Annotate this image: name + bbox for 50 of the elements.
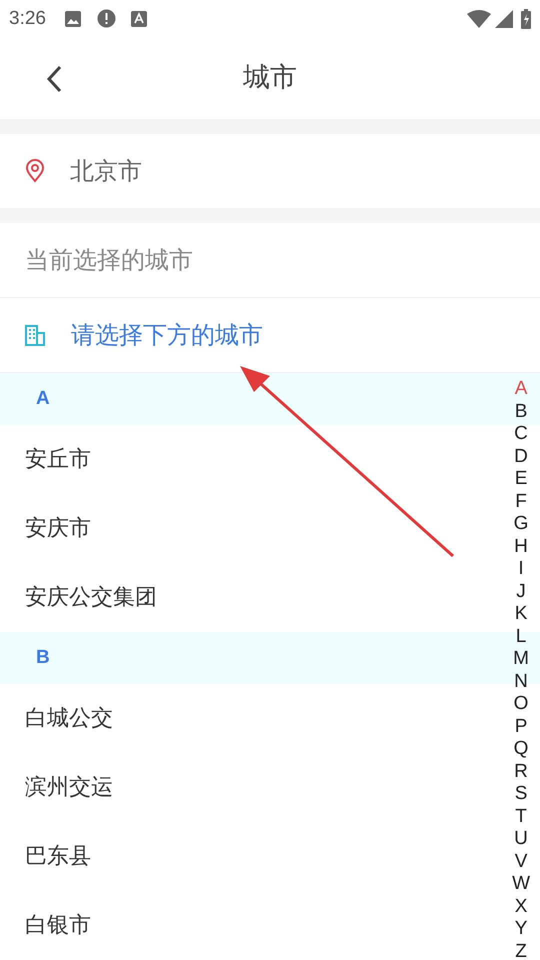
building-icon	[24, 322, 46, 347]
image-icon	[64, 10, 82, 28]
index-letter[interactable]: C	[514, 423, 528, 446]
location-city: 北京市	[70, 156, 142, 187]
index-letter[interactable]: D	[514, 446, 528, 468]
index-letter[interactable]: S	[514, 783, 528, 806]
city-item[interactable]: 安庆市	[0, 494, 490, 564]
text-icon	[130, 10, 147, 28]
index-letter[interactable]: E	[514, 468, 528, 490]
select-city-prompt: 请选择下方的城市	[71, 320, 263, 351]
index-letter[interactable]: R	[514, 760, 528, 783]
city-item[interactable]: 巴东县	[0, 822, 490, 892]
index-letter[interactable]: L	[516, 626, 526, 648]
signal-icon	[495, 10, 513, 28]
section-letter: A	[36, 386, 50, 411]
index-letter[interactable]: I	[518, 558, 524, 580]
section-letter: B	[36, 646, 50, 670]
index-letter[interactable]: Q	[514, 738, 528, 760]
index-letter[interactable]: F	[515, 490, 527, 513]
wifi-icon	[467, 10, 491, 28]
index-letter[interactable]: V	[514, 850, 528, 873]
index-letter[interactable]: H	[514, 536, 528, 558]
alert-icon	[96, 9, 116, 28]
index-letter[interactable]: B	[514, 400, 528, 423]
city-item[interactable]: 白银市	[0, 891, 490, 960]
city-item[interactable]: 白城公交	[0, 684, 490, 754]
location-row[interactable]: 北京市	[0, 134, 540, 208]
index-letter[interactable]: T	[515, 806, 527, 828]
location-pin-icon	[24, 158, 46, 183]
index-letter[interactable]: Y	[514, 918, 528, 940]
back-icon	[46, 64, 62, 93]
index-letter[interactable]: W	[512, 873, 530, 896]
battery-icon	[521, 8, 531, 29]
index-letter[interactable]: J	[516, 580, 526, 603]
index-letter[interactable]: P	[514, 716, 528, 738]
index-letter[interactable]: M	[513, 648, 529, 670]
index-letter[interactable]: X	[514, 896, 528, 918]
status-time: 3:26	[9, 6, 46, 31]
index-letter[interactable]: A	[514, 378, 528, 400]
index-letter[interactable]: U	[514, 828, 528, 850]
index-letter[interactable]: N	[514, 670, 528, 693]
index-letter[interactable]: Z	[515, 940, 527, 960]
city-item[interactable]: 安庆公交集团	[0, 563, 490, 632]
city-item[interactable]: 安丘市	[0, 425, 490, 494]
current-city-label: 当前选择的城市	[25, 244, 193, 276]
page-title: 城市	[243, 60, 297, 95]
city-item[interactable]: 滨州交运	[0, 753, 490, 822]
index-letter[interactable]: K	[514, 603, 528, 626]
index-letter[interactable]: G	[514, 513, 528, 536]
index-letter[interactable]: O	[514, 693, 528, 716]
